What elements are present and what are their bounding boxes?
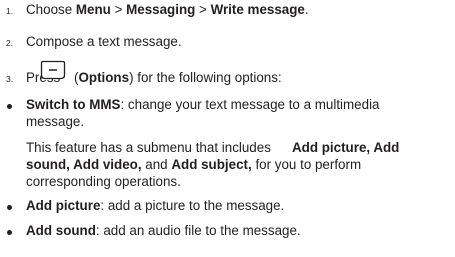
submenu-note-line-1: This feature has a submenu that includes: [26, 140, 271, 155]
bullet-dot: [7, 230, 12, 235]
step-3-rest: (Options) for the following options:: [74, 70, 282, 85]
submenu-note-line-3: corresponding operations.: [26, 174, 181, 189]
options-label: Options: [78, 70, 130, 85]
step-2-text: Compose a text message.: [26, 34, 182, 49]
option-switch-to-mms-cont: message.: [26, 114, 85, 129]
menu-label: Menu: [75, 2, 111, 17]
step-1-text: Choose Menu > Messaging > Write message.: [26, 2, 309, 17]
step-number: 1.: [6, 6, 14, 16]
write-message-label: Write message: [210, 2, 305, 17]
left-soft-key-icon: [40, 60, 66, 80]
step-number: 3.: [6, 74, 14, 84]
option-add-sound: Add sound: add an audio file to the mess…: [26, 223, 301, 238]
submenu-note-bold-1: Add picture, Add: [292, 140, 400, 155]
option-switch-to-mms: Switch to MMS: change your text message …: [26, 97, 380, 112]
messaging-label: Messaging: [126, 2, 196, 17]
submenu-note-line-2: sound, Add video, and Add subject, for y…: [26, 157, 362, 172]
step-number: 2.: [6, 38, 14, 48]
bullet-dot: [7, 104, 12, 109]
bullet-dot: [7, 205, 12, 210]
manual-page: 1. Choose Menu > Messaging > Write messa…: [0, 0, 455, 257]
option-add-picture: Add picture: add a picture to the messag…: [26, 198, 285, 213]
